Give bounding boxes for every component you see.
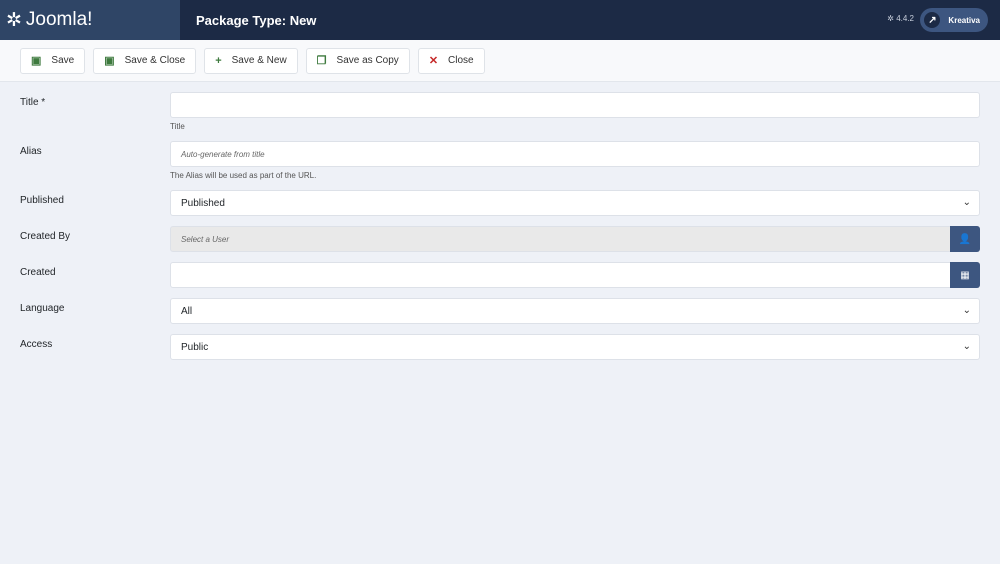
access-label: Access (20, 339, 53, 350)
language-label: Language (20, 303, 65, 314)
site-name: Kreativa (948, 15, 980, 25)
created-by-label: Created By (20, 231, 71, 242)
created-date-input[interactable]: ▦ (170, 262, 980, 288)
save-copy-button[interactable]: ❐ Save as Copy (305, 47, 410, 74)
title-input[interactable] (170, 92, 980, 118)
save-new-button[interactable]: + Save & New (204, 47, 298, 74)
title-help: Title (170, 122, 185, 131)
close-icon: ✕ (428, 55, 439, 67)
save-icon: ▣ (104, 55, 115, 67)
joomla-logo[interactable]: ✲ Joomla! (0, 0, 180, 40)
version-label: ✲ 4.4.2 (887, 14, 914, 23)
save-icon: ▣ (31, 55, 42, 67)
save-close-button[interactable]: ▣ Save & Close (93, 47, 197, 74)
access-select[interactable]: Public ⌄ (170, 334, 980, 360)
joomla-icon: ✲ (6, 9, 22, 31)
created-by-field[interactable]: Select a User 👤 (170, 226, 980, 252)
chevron-down-icon: ⌄ (962, 197, 971, 208)
plus-icon: + (215, 54, 222, 67)
external-link-icon: ↗ (924, 12, 941, 28)
site-link-button[interactable]: ↗ Kreativa (920, 8, 988, 32)
alias-help: The Alias will be used as part of the UR… (170, 171, 317, 180)
alias-placeholder: Auto-generate from title (181, 149, 265, 159)
copy-icon: ❐ (316, 55, 327, 67)
user-icon[interactable]: 👤 (950, 226, 980, 252)
title-label: Title * (20, 97, 46, 108)
alias-label: Alias (20, 146, 42, 157)
header: ✲ Joomla! Package Type: New ✲ 4.4.2 ↗ Krea… (0, 0, 1000, 40)
alias-input[interactable]: Auto-generate from title (170, 141, 980, 167)
toolbar: ▣ Save ▣ Save & Close + Save & New ❐ Save as… (0, 40, 1000, 82)
published-label: Published (20, 195, 64, 206)
brand-name: Joomla! (25, 9, 93, 30)
created-label: Created (20, 267, 56, 278)
page-title: Package Type: New (196, 12, 317, 28)
chevron-down-icon: ⌄ (962, 341, 971, 352)
chevron-down-icon: ⌄ (962, 305, 971, 316)
close-button[interactable]: ✕ Close (417, 47, 485, 74)
save-button[interactable]: ▣ Save (20, 47, 86, 74)
language-select[interactable]: All ⌄ (170, 298, 980, 324)
calendar-icon[interactable]: ▦ (950, 262, 980, 288)
published-select[interactable]: Published ⌄ (170, 190, 980, 216)
package-type-form: Title * Title Alias Auto-generate from t… (0, 82, 1000, 360)
